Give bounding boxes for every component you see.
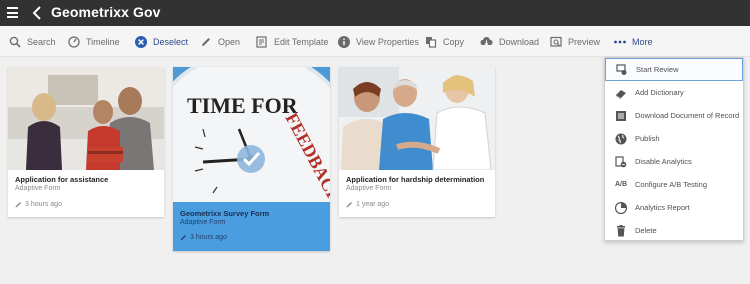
card-thumbnail (339, 67, 495, 170)
more-actions-menu: Start Review Add Dictionary Download Doc… (604, 57, 744, 241)
document-icon (615, 110, 627, 122)
card-type: Adaptive Form (346, 185, 392, 192)
card-modified: 1 year ago (346, 201, 389, 208)
app-title: Geometrixx Gov (51, 4, 161, 20)
timeline-icon (68, 35, 80, 48)
search-button[interactable]: Search (9, 26, 56, 57)
card-thumbnail (8, 67, 164, 170)
edit-template-label: Edit Template (274, 36, 329, 47)
form-card-selected[interactable]: TIME FOR FEEDBACK Geometrixx Survey Form… (173, 67, 330, 251)
form-card[interactable]: Application for hardship determination A… (339, 67, 495, 217)
menu-item-label: Download Document of Record (635, 111, 740, 120)
copy-label: Copy (443, 36, 465, 47)
search-icon (9, 36, 21, 48)
start-review-icon (616, 63, 628, 76)
card-type: Adaptive Form (15, 185, 61, 192)
menu-item-add-dictionary[interactable]: Add Dictionary (605, 81, 743, 104)
app-header: Geometrixx Gov (0, 0, 750, 26)
copy-icon (426, 36, 437, 48)
pencil-icon (202, 37, 210, 46)
ab-testing-icon: A/B (614, 181, 628, 188)
ellipsis-icon (614, 40, 626, 43)
action-toolbar: Search Timeline Deselect Open Edit Templ… (0, 26, 750, 57)
timeline-label: Timeline (86, 36, 120, 47)
open-button[interactable]: Open (200, 26, 240, 57)
close-circle-icon (135, 35, 147, 48)
menu-item-disable-analytics[interactable]: Disable Analytics (605, 150, 743, 173)
menu-item-label: Publish (635, 134, 660, 143)
preview-label: Preview (568, 36, 601, 47)
svg-text:TIME FOR: TIME FOR (187, 93, 299, 118)
dictionary-icon (615, 87, 627, 99)
download-icon (480, 36, 493, 46)
open-label: Open (218, 36, 241, 47)
menu-item-delete[interactable]: Delete (605, 219, 743, 242)
search-label: Search (27, 36, 56, 47)
pencil-icon (180, 235, 186, 241)
download-button[interactable]: Download (480, 26, 539, 57)
view-properties-label: View Properties (356, 36, 419, 47)
menu-item-analytics-report[interactable]: Analytics Report (605, 196, 743, 219)
copy-button[interactable]: Copy (425, 26, 464, 57)
globe-icon (615, 133, 627, 145)
menu-item-label: Delete (635, 226, 657, 235)
timeline-button[interactable]: Timeline (68, 26, 120, 57)
menu-item-label: Configure A/B Testing (635, 180, 707, 189)
deselect-button[interactable]: Deselect (135, 26, 188, 57)
menu-item-label: Add Dictionary (635, 88, 684, 97)
preview-button[interactable]: Preview (550, 26, 600, 57)
pencil-icon (15, 202, 21, 208)
more-button[interactable]: More (614, 26, 653, 57)
card-type: Adaptive Form (180, 219, 226, 226)
info-icon (338, 35, 350, 48)
edit-template-button[interactable]: Edit Template (256, 26, 328, 57)
card-modified: 3 hours ago (180, 234, 227, 241)
analytics-report-icon (615, 201, 627, 214)
menu-item-label: Start Review (636, 65, 679, 74)
download-label: Download (499, 36, 540, 47)
form-card[interactable]: Application for assistance Adaptive Form… (8, 67, 164, 217)
card-modified-text: 3 hours ago (25, 201, 62, 208)
card-title: Geometrixx Survey Form (180, 209, 270, 218)
card-modified: 3 hours ago (15, 201, 62, 208)
view-properties-button[interactable]: View Properties (338, 26, 419, 57)
deselect-label: Deselect (153, 36, 189, 47)
card-title: Application for assistance (15, 175, 109, 184)
card-thumbnail: TIME FOR FEEDBACK (173, 67, 330, 202)
back-chevron-icon[interactable] (30, 3, 44, 23)
card-modified-text: 3 hours ago (190, 234, 227, 241)
hamburger-menu-icon[interactable] (7, 7, 18, 18)
preview-icon (550, 36, 562, 47)
menu-item-start-review[interactable]: Start Review (605, 58, 743, 81)
edit-template-icon (256, 35, 267, 48)
menu-item-download-dor[interactable]: Download Document of Record (605, 104, 743, 127)
trash-icon (615, 224, 627, 237)
menu-item-label: Analytics Report (635, 203, 690, 212)
menu-item-ab-testing[interactable]: A/B Configure A/B Testing (605, 173, 743, 196)
pencil-icon (346, 202, 352, 208)
menu-item-label: Disable Analytics (635, 157, 692, 166)
card-title: Application for hardship determination (346, 175, 485, 184)
disable-analytics-icon (615, 155, 627, 168)
more-label: More (632, 36, 653, 47)
card-modified-text: 1 year ago (356, 201, 390, 208)
menu-item-publish[interactable]: Publish (605, 127, 743, 150)
